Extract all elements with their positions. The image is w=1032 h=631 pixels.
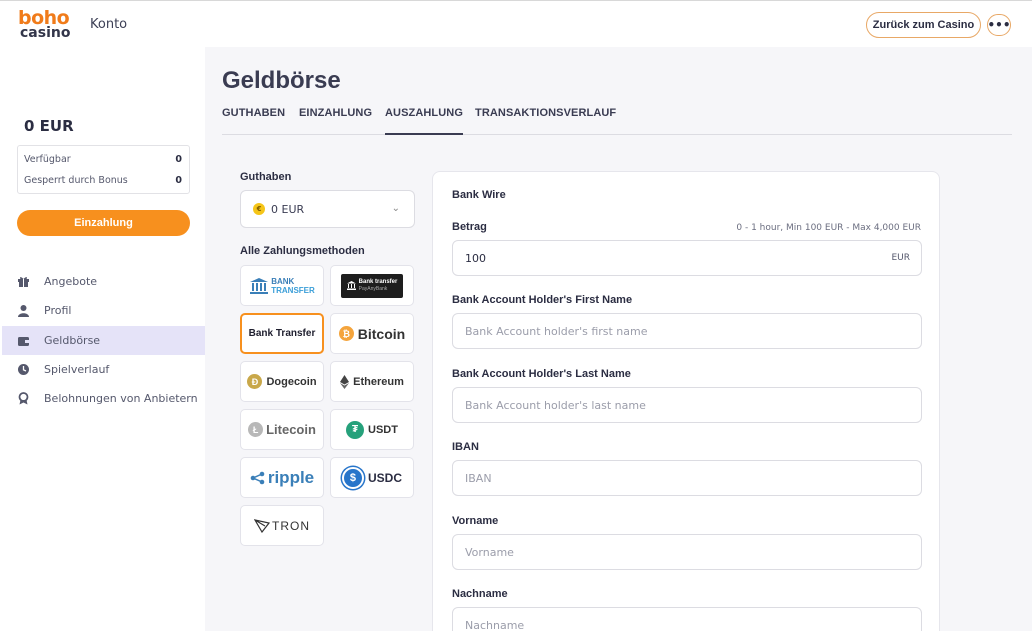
sidebar-item-geldboerse[interactable]: Geldbörse [2,326,205,355]
sidebar-item-label: Spielverlauf [44,363,110,376]
method-bank-transfer-payanybank[interactable]: Bank transfer PayAnyBank [330,265,414,306]
balance-select-value: 0 EUR [271,202,305,216]
deposit-button[interactable]: Einzahlung [17,210,190,236]
iban-label: IBAN [452,441,479,453]
iban-input[interactable]: IBAN [452,460,922,496]
sidebar-item-spielverlauf[interactable]: Spielverlauf [2,355,205,384]
balance-select[interactable]: € 0 EUR ⌄ [240,190,415,228]
withdrawal-form-panel: Bank Wire Betrag 0 - 1 hour, Min 100 EUR… [432,171,940,631]
method-ethereum[interactable]: Ethereum [330,361,414,402]
method-label: Bitcoin [357,325,406,342]
available-value: 0 [175,154,182,165]
method-title: Bank Wire [452,189,506,201]
method-label: Dogecoin [266,375,317,388]
balance-amount: 0 EUR [24,117,74,135]
bitcoin-icon: ₿ [338,326,354,341]
logo-casino: casino [20,25,71,41]
tab-guthaben[interactable]: GUTHABEN [222,107,285,135]
method-bank-transfer-logo[interactable]: BANK TRANSFER [240,265,324,306]
method-label: Litecoin [266,422,316,437]
tab-auszahlung[interactable]: AUSZAHLUNG [385,107,463,135]
amount-input[interactable]: 100 EUR [452,240,922,276]
sidebar-item-label: Geldbörse [44,334,101,347]
balance-label: Guthaben [240,171,292,183]
page-title: Geldbörse [222,67,341,94]
amount-label: Betrag [452,221,487,233]
more-options-button[interactable]: ••• [987,14,1011,36]
medal-icon [16,392,30,406]
tab-transaktionsverlauf[interactable]: TRANSAKTIONSVERLAUF [475,107,616,135]
litecoin-icon: Ł [248,422,264,437]
back-to-casino-button[interactable]: Zurück zum Casino [866,12,981,38]
chevron-down-icon: ⌄ [391,203,400,214]
method-label: ripple [267,467,315,487]
sidebar-item-belohnungen[interactable]: Belohnungen von Anbietern [2,384,205,413]
usdc-icon: $ [341,466,364,489]
main-content: Geldbörse GUTHABEN EINZAHLUNG AUSZAHLUNG… [205,47,1032,631]
methods-label: Alle Zahlungsmethoden [240,245,365,257]
dogecoin-icon: Ð [247,374,263,389]
payanybank-badge: Bank transfer PayAnyBank [341,273,403,298]
gift-icon [16,275,30,289]
method-bank-transfer[interactable]: Bank Transfer [240,313,324,354]
tether-icon: ₮ [346,420,365,439]
wallet-tabs: GUTHABEN EINZAHLUNG AUSZAHLUNG TRANSAKTI… [222,107,1012,135]
nachname-input[interactable]: Nachname [452,607,922,631]
user-icon [16,304,30,318]
sidebar-item-label: Belohnungen von Anbietern [44,392,198,405]
section-title: Konto [90,17,128,32]
method-label: Ethereum [353,375,404,388]
bank-building-icon [250,277,269,294]
sidebar: 0 EUR Verfügbar 0 Gesperrt durch Bonus 0… [0,47,205,631]
euro-coin-icon: € [253,203,265,215]
bank-transfer-logo-text: BANK TRANSFER [271,276,315,295]
method-ripple[interactable]: ripple [240,457,324,498]
first-name-input[interactable]: Bank Account holder's first name [452,313,922,349]
amount-currency: EUR [891,253,910,263]
ripple-icon [250,471,265,484]
method-litecoin[interactable]: Ł Litecoin [240,409,324,450]
method-tron[interactable]: TRON [240,505,324,546]
ethereum-icon [340,374,350,389]
locked-label: Gesperrt durch Bonus [24,175,128,186]
last-name-label: Bank Account Holder's Last Name [452,368,631,380]
method-label: TRON [272,518,310,533]
method-usdc[interactable]: $ USDC [330,457,414,498]
locked-value: 0 [175,175,182,186]
first-name-label: Bank Account Holder's First Name [452,294,633,306]
wallet-icon [16,334,30,348]
payanybank-line1: Bank transfer [358,278,398,285]
locked-row: Gesperrt durch Bonus 0 [24,175,182,186]
history-icon [16,363,30,377]
boho-casino-logo[interactable]: boho casino [16,7,76,41]
method-label: USDC [367,470,402,485]
amount-value: 100 [465,251,486,265]
balance-details: Verfügbar 0 Gesperrt durch Bonus 0 [17,145,190,194]
tab-einzahlung[interactable]: EINZAHLUNG [299,107,372,135]
method-bitcoin[interactable]: ₿ Bitcoin [330,313,414,354]
method-usdt[interactable]: ₮ USDT [330,409,414,450]
method-label: Bank Transfer [248,328,316,339]
amount-hint: 0 - 1 hour, Min 100 EUR - Max 4,000 EUR [736,223,921,233]
tron-icon [254,518,270,533]
balance-selector-group: Guthaben € 0 EUR ⌄ Alle Zahlungsmethoden [240,171,415,257]
last-name-input[interactable]: Bank Account holder's last name [452,387,922,423]
nachname-label: Nachname [452,588,508,600]
top-header: boho casino Konto Zurück zum Casino ••• [0,0,1032,47]
bank-icon [346,281,356,290]
sidebar-item-profil[interactable]: Profil [2,296,205,325]
sidebar-item-angebote[interactable]: Angebote [2,267,205,296]
sidebar-item-label: Angebote [44,275,98,288]
method-label: USDT [368,423,398,436]
vorname-label: Vorname [452,515,499,527]
vorname-input[interactable]: Vorname [452,534,922,570]
sidebar-item-label: Profil [44,304,72,317]
available-row: Verfügbar 0 [24,154,182,165]
payanybank-line2: PayAnyBank [358,285,388,292]
method-dogecoin[interactable]: Ð Dogecoin [240,361,324,402]
available-label: Verfügbar [24,154,71,165]
